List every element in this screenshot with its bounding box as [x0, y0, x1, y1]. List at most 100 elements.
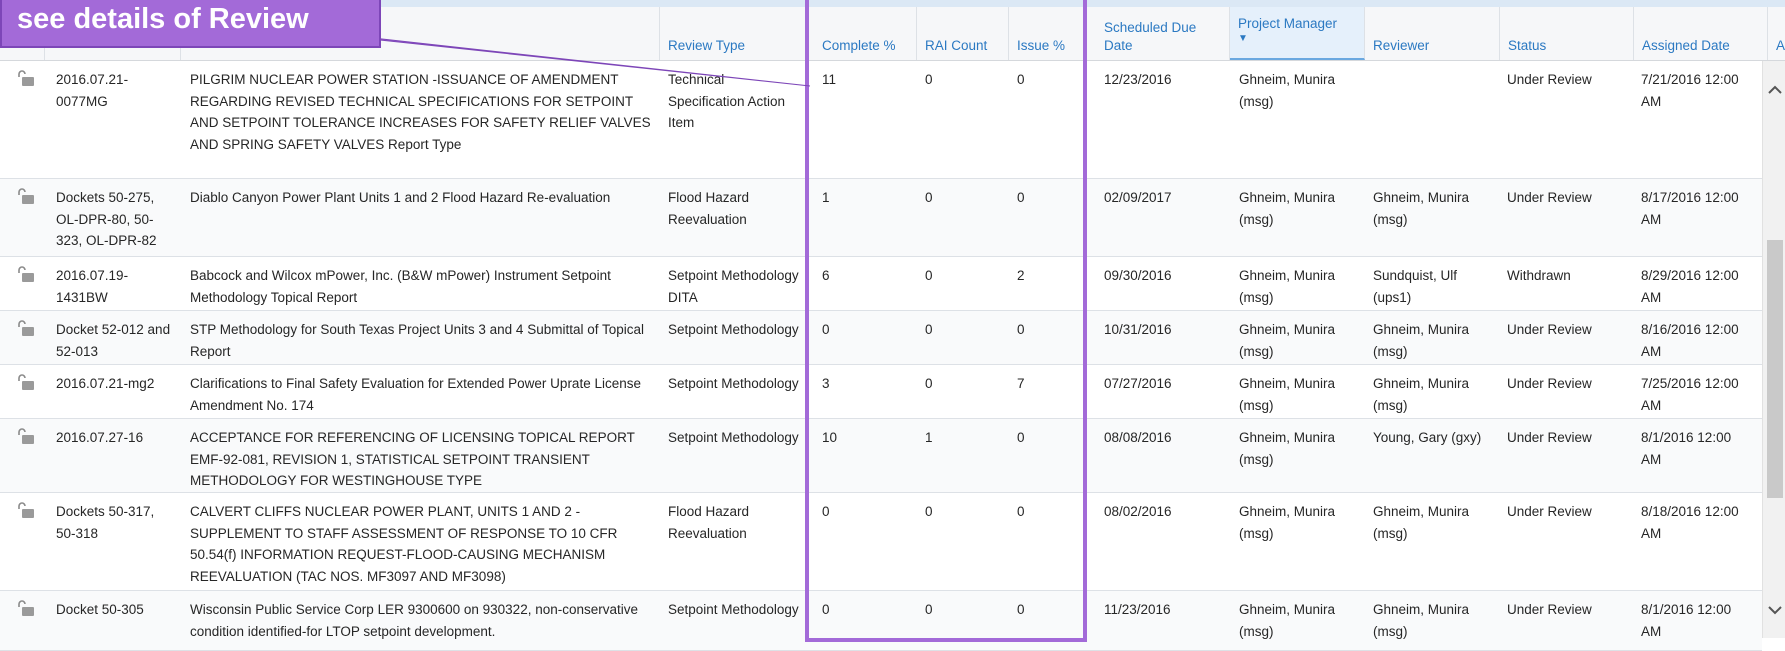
cell-id[interactable]: Dockets 50-275, OL-DPR-80, 50-323, OL-DP…: [56, 187, 176, 252]
cell-rai-count: 0: [925, 268, 933, 283]
cell-issue-pct: 0: [1017, 72, 1025, 87]
table-row[interactable]: Docket 50-305 Wisconsin Public Service Co…: [0, 591, 1762, 651]
cell-assigned-date: 7/21/2016 12:00 AM: [1641, 72, 1739, 109]
unlock-icon[interactable]: [16, 187, 36, 205]
cell-review-type: Setpoint Methodology: [668, 376, 799, 391]
cell-rai-count: 0: [925, 190, 933, 205]
cell-issue-pct: 0: [1017, 504, 1025, 519]
sort-descending-icon[interactable]: ▼: [1238, 33, 1358, 45]
cell-status: Under Review: [1507, 602, 1592, 617]
scrollbar-thumb[interactable]: [1767, 240, 1783, 498]
cell-reviewer: Young, Gary (gxy): [1373, 430, 1482, 445]
cell-issue-pct: 2: [1017, 268, 1025, 283]
chevron-down-icon[interactable]: [1766, 601, 1784, 619]
cell-rai-count: 0: [925, 322, 933, 337]
annotation-callout: see details of Review: [0, 0, 381, 48]
unlock-icon[interactable]: [16, 599, 36, 617]
cell-assigned-date: 8/18/2016 12:00 AM: [1641, 504, 1739, 541]
cell-issue-pct: 0: [1017, 322, 1025, 337]
cell-id[interactable]: Docket 52-012 and 52-013: [56, 319, 176, 362]
column-header-rai-count[interactable]: RAI Count: [917, 7, 1009, 60]
cell-rai-count: 0: [925, 602, 933, 617]
cell-status: Withdrawn: [1507, 268, 1571, 283]
cell-project-manager: Ghneim, Munira (msg): [1239, 430, 1336, 467]
cell-title[interactable]: PILGRIM NUCLEAR POWER STATION -ISSUANCE …: [190, 69, 655, 155]
cell-title[interactable]: ACCEPTANCE FOR REFERENCING OF LICENSING …: [190, 427, 655, 492]
cell-scheduled-due-date: 08/02/2016: [1104, 504, 1172, 519]
cell-scheduled-due-date: 09/30/2016: [1104, 268, 1172, 283]
cell-status: Under Review: [1507, 322, 1592, 337]
column-header-reviewer[interactable]: Reviewer: [1365, 7, 1500, 60]
cell-complete-pct: 0: [822, 602, 830, 617]
column-header-review-type[interactable]: Review Type: [660, 7, 806, 60]
cell-reviewer: Ghneim, Munira (msg): [1373, 504, 1470, 541]
table-row[interactable]: 2016.07.27-16 ACCEPTANCE FOR REFERENCING …: [0, 419, 1762, 493]
cell-assigned-date: 7/25/2016 12:00 AM: [1641, 376, 1739, 413]
cell-project-manager: Ghneim, Munira (msg): [1239, 602, 1336, 639]
column-header-assigned-date[interactable]: Assigned Date: [1634, 7, 1768, 60]
cell-assigned-date: 8/1/2016 12:00 AM: [1641, 430, 1732, 467]
cell-reviewer: Ghneim, Munira (msg): [1373, 376, 1470, 413]
cell-assigned-date: 8/17/2016 12:00 AM: [1641, 190, 1739, 227]
cell-project-manager: Ghneim, Munira (msg): [1239, 322, 1336, 359]
cell-id[interactable]: Docket 50-305: [56, 599, 176, 621]
cell-review-type: Setpoint Methodology: [668, 430, 799, 445]
cell-complete-pct: 3: [822, 376, 830, 391]
cell-review-type: Setpoint Methodology: [668, 602, 799, 617]
column-header-a[interactable]: A: [1768, 7, 1785, 60]
cell-rai-count: 0: [925, 72, 933, 87]
cell-rai-count: 0: [925, 504, 933, 519]
cell-scheduled-due-date: 08/08/2016: [1104, 430, 1172, 445]
cell-scheduled-due-date: 10/31/2016: [1104, 322, 1172, 337]
unlock-icon[interactable]: [16, 265, 36, 283]
cell-project-manager: Ghneim, Munira (msg): [1239, 504, 1336, 541]
cell-id[interactable]: 2016.07.19-1431BW: [56, 265, 176, 308]
cell-review-type: Setpoint Methodology DITA: [668, 268, 799, 305]
table-row[interactable]: Dockets 50-275, OL-DPR-80, 50-323, OL-DP…: [0, 179, 1762, 257]
unlock-icon[interactable]: [16, 427, 36, 445]
table-row[interactable]: 2016.07.19-1431BW Babcock and Wilcox mPow…: [0, 257, 1762, 311]
column-header-scheduled-due-date[interactable]: Scheduled Due Date: [1096, 7, 1230, 60]
cell-id[interactable]: Dockets 50-317, 50-318: [56, 501, 176, 544]
cell-id[interactable]: 2016.07.21-0077MG: [56, 69, 176, 112]
cell-title[interactable]: CALVERT CLIFFS NUCLEAR POWER PLANT, UNIT…: [190, 501, 655, 587]
cell-complete-pct: 0: [822, 322, 830, 337]
cell-scheduled-due-date: 07/27/2016: [1104, 376, 1172, 391]
table-row[interactable]: Docket 52-012 and 52-013 STP Methodology …: [0, 311, 1762, 365]
unlock-icon[interactable]: [16, 69, 36, 87]
cell-title[interactable]: Clarifications to Final Safety Evaluatio…: [190, 373, 655, 416]
cell-scheduled-due-date: 02/09/2017: [1104, 190, 1172, 205]
cell-reviewer: Ghneim, Munira (msg): [1373, 322, 1470, 359]
cell-review-type: Setpoint Methodology: [668, 322, 799, 337]
cell-assigned-date: 8/1/2016 12:00 AM: [1641, 602, 1732, 639]
cell-project-manager: Ghneim, Munira (msg): [1239, 72, 1336, 109]
cell-reviewer: Sundquist, Ulf (ups1): [1373, 268, 1458, 305]
cell-reviewer: Ghneim, Munira (msg): [1373, 602, 1470, 639]
unlock-icon[interactable]: [16, 319, 36, 337]
column-header-complete-pct[interactable]: Complete %: [814, 7, 917, 60]
cell-complete-pct: 10: [822, 430, 838, 445]
vertical-scrollbar[interactable]: [1762, 61, 1785, 638]
cell-complete-pct: 0: [822, 504, 830, 519]
table-row[interactable]: 2016.07.21-0077MG PILGRIM NUCLEAR POWER S…: [0, 61, 1762, 179]
unlock-icon[interactable]: [16, 373, 36, 391]
cell-title[interactable]: STP Methodology for South Texas Project …: [190, 319, 655, 362]
cell-assigned-date: 8/16/2016 12:00 AM: [1641, 322, 1739, 359]
cell-rai-count: 0: [925, 376, 933, 391]
cell-status: Under Review: [1507, 430, 1592, 445]
column-header-project-manager[interactable]: Project Manager ▼: [1230, 7, 1365, 60]
column-header-issue-pct[interactable]: Issue %: [1009, 7, 1084, 60]
table-row[interactable]: 2016.07.21-mg2 Clarifications to Final Sa…: [0, 365, 1762, 419]
cell-id[interactable]: 2016.07.27-16: [56, 427, 176, 449]
cell-title[interactable]: Babcock and Wilcox mPower, Inc. (B&W mPo…: [190, 265, 655, 308]
unlock-icon[interactable]: [16, 501, 36, 519]
chevron-up-icon[interactable]: [1766, 81, 1784, 99]
cell-assigned-date: 8/29/2016 12:00 AM: [1641, 268, 1739, 305]
cell-id[interactable]: 2016.07.21-mg2: [56, 373, 176, 395]
cell-title[interactable]: Wisconsin Public Service Corp LER 930060…: [190, 599, 655, 642]
table-row[interactable]: Dockets 50-317, 50-318 CALVERT CLIFFS NUC…: [0, 493, 1762, 591]
cell-issue-pct: 0: [1017, 430, 1025, 445]
cell-reviewer: Ghneim, Munira (msg): [1373, 190, 1470, 227]
column-header-status[interactable]: Status: [1500, 7, 1634, 60]
cell-title[interactable]: Diablo Canyon Power Plant Units 1 and 2 …: [190, 187, 655, 209]
